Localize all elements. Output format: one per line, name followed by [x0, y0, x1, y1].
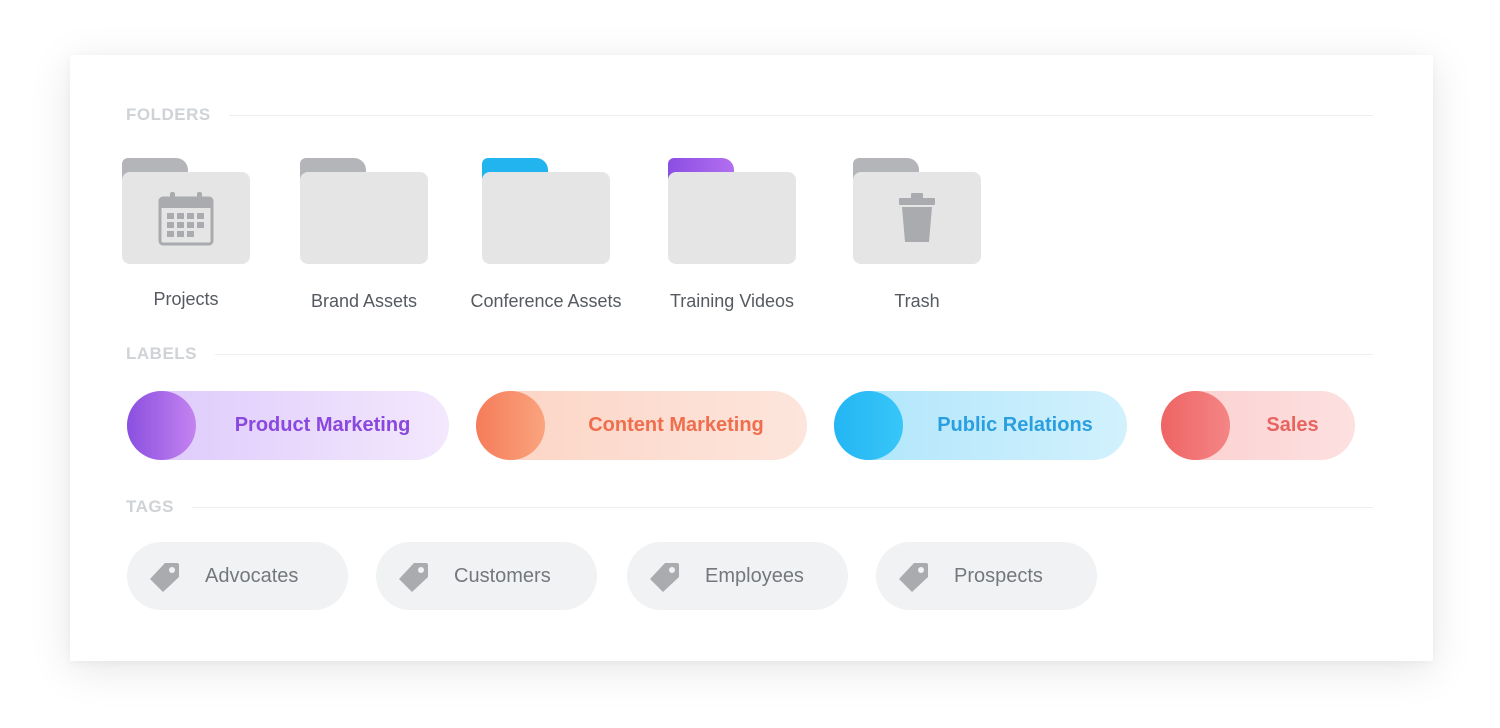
tag-text: Customers: [454, 564, 551, 587]
tag-text: Advocates: [205, 564, 299, 587]
tags-divider: [191, 506, 1373, 508]
folder-icon: [668, 155, 796, 264]
tag-text: Prospects: [954, 564, 1043, 587]
folder-brand-assets[interactable]: Brand Assets: [279, 155, 449, 315]
folder-body: [853, 172, 981, 264]
folder-icon: [300, 155, 428, 264]
tag-customers[interactable]: Customers: [376, 542, 597, 610]
folders-title: FOLDERS: [126, 105, 211, 124]
folder-label: Projects: [153, 289, 219, 309]
folder-body: [482, 172, 610, 264]
folder-body: [300, 172, 428, 264]
folder-icon: [122, 155, 250, 264]
label-text: Product Marketing: [234, 414, 411, 436]
tag-icon: [399, 563, 428, 592]
label-text: Sales: [1266, 414, 1319, 436]
tag-icon: [899, 563, 928, 592]
label-public-relations[interactable]: Public Relations: [834, 391, 1127, 460]
tag-advocates[interactable]: Advocates: [127, 542, 348, 610]
folder-label: Brand Assets: [310, 291, 418, 311]
folder-label: Training Videos: [669, 291, 795, 311]
folder-training-videos[interactable]: Training Videos: [647, 155, 817, 315]
folder-conference-assets[interactable]: Conference Assets: [461, 155, 631, 315]
tag-icon: [650, 563, 679, 592]
folders-divider: [228, 114, 1373, 116]
tag-icon: [150, 563, 179, 592]
label-color-dot: [127, 391, 196, 460]
tags-row: Advocates Customers Employees Prospects: [70, 542, 1433, 612]
tag-text: Employees: [705, 564, 804, 587]
labels-title: LABELS: [126, 344, 197, 363]
label-sales[interactable]: Sales: [1161, 391, 1355, 460]
label-product-marketing[interactable]: Product Marketing: [127, 391, 449, 460]
calendar-icon: [158, 192, 214, 246]
folder-body: [122, 172, 250, 264]
organizer-panel: FOLDERS Projects Brand Assets Conference…: [70, 55, 1433, 661]
tag-prospects[interactable]: Prospects: [876, 542, 1097, 610]
folder-trash[interactable]: Trash: [832, 155, 1002, 315]
label-color-dot: [834, 391, 903, 460]
trash-icon: [899, 193, 935, 242]
tags-header: TAGS: [126, 497, 1373, 517]
folder-label: Trash: [894, 291, 940, 311]
folders-header: FOLDERS: [126, 105, 1373, 125]
labels-header: LABELS: [126, 344, 1373, 364]
tag-employees[interactable]: Employees: [627, 542, 848, 610]
folder-body: [668, 172, 796, 264]
labels-divider: [215, 353, 1373, 355]
folders-row: Projects Brand Assets Conference Assets …: [70, 155, 1433, 315]
folder-projects[interactable]: Projects: [101, 155, 271, 315]
label-content-marketing[interactable]: Content Marketing: [476, 391, 807, 460]
label-color-dot: [1161, 391, 1230, 460]
folder-icon: [853, 155, 981, 264]
folder-icon: [482, 155, 610, 264]
label-text: Content Marketing: [588, 414, 764, 436]
label-text: Public Relations: [937, 414, 1093, 436]
label-color-dot: [476, 391, 545, 460]
tags-title: TAGS: [126, 497, 174, 516]
labels-row: Product Marketing Content Marketing Publ…: [70, 391, 1433, 461]
folder-label: Conference Assets: [470, 291, 622, 311]
